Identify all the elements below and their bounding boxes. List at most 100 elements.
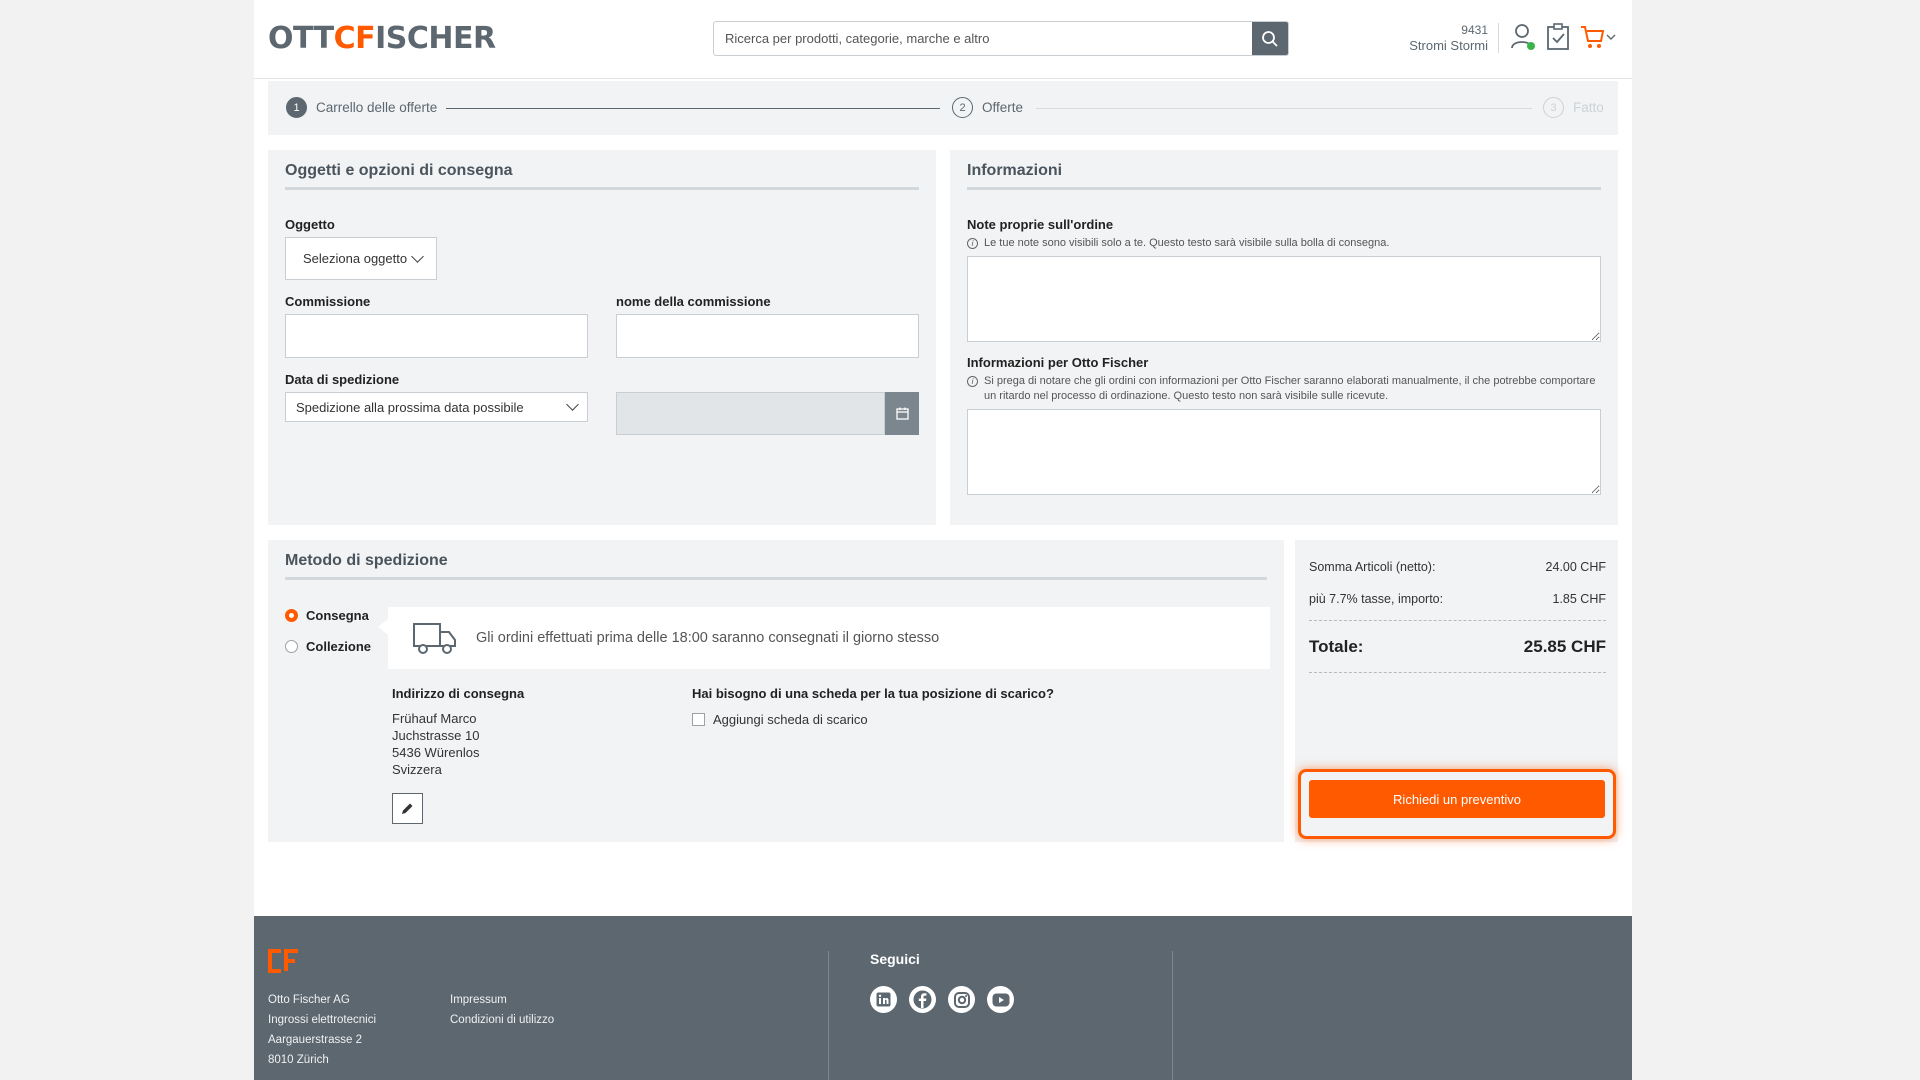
chevron-down-icon [566, 398, 579, 411]
company-line: Ingrossi elettrotecnici [268, 1014, 377, 1026]
ship-date-label: Data di spedizione [285, 372, 400, 387]
search-input[interactable] [714, 22, 1252, 55]
cart-button[interactable] [1578, 20, 1618, 54]
search-icon [1262, 30, 1278, 47]
unload-card-checkbox[interactable]: Aggiungi scheda di scarico [692, 712, 868, 727]
order-notes-hint: i Le tue note sono visibili solo a te. Q… [967, 236, 1601, 251]
step-connector [1036, 108, 1532, 109]
linkedin-icon [876, 992, 891, 1007]
object-select[interactable]: Seleziona oggetto [285, 237, 437, 280]
order-notes-label: Note proprie sull'ordine [967, 217, 1114, 232]
youtube-link[interactable] [987, 986, 1014, 1013]
information-card: Informazioni Note proprie sull'ordine i … [950, 150, 1618, 525]
items-sum-label: Somma Articoli (netto): [1309, 560, 1436, 574]
radio-pickup[interactable]: Collezione [285, 639, 371, 654]
otto-info-hint: i Si prega di notare che gli ordini con … [967, 374, 1601, 404]
notice-pointer [378, 619, 388, 635]
radio-dot [285, 640, 298, 653]
commission-label: Commissione [285, 294, 371, 309]
step-offers: 2 Offerte [952, 97, 1023, 118]
footer-divider [1172, 951, 1173, 1080]
commission-name-label: nome della commissione [616, 294, 771, 309]
delivery-options-card: Oggetti e opzioni di consegna Oggetto Se… [268, 150, 936, 525]
company-line: Otto Fischer AG [268, 994, 350, 1006]
radio-dot-selected [285, 609, 298, 622]
chevron-down-icon [411, 249, 424, 263]
user-icon [1511, 24, 1535, 50]
orders-button[interactable] [1543, 20, 1573, 54]
total-row: Totale: 25.85 CHF [1309, 637, 1606, 657]
otto-fischer-logo[interactable]: OTT CF ISCHER [268, 20, 496, 56]
user-info: 9431 Stromi Stormi [1384, 23, 1488, 53]
logo-text-1: OTT [268, 20, 334, 56]
commission-input[interactable] [285, 314, 588, 358]
card-title: Metodo di spedizione [285, 552, 448, 569]
step-cart: 1 Carrello delle offerte [286, 97, 437, 118]
youtube-icon [992, 993, 1009, 1006]
summary-divider [1309, 620, 1606, 621]
radio-label: Collezione [306, 639, 372, 654]
tax-value: 1.85 CHF [1552, 592, 1607, 606]
instagram-link[interactable] [948, 986, 975, 1013]
search-button[interactable] [1252, 22, 1288, 55]
total-label: Totale: [1309, 637, 1364, 656]
header-divider [1498, 23, 1499, 53]
total-value: 25.85 CHF [1523, 637, 1606, 656]
address-line: Juchstrasse 10 [392, 728, 480, 743]
commission-name-input[interactable] [616, 314, 919, 358]
step-label: Carrello delle offerte [316, 100, 438, 115]
search-bar [713, 21, 1289, 56]
order-notes-textarea[interactable] [967, 256, 1601, 342]
object-select-value: Seleziona oggetto [303, 251, 408, 266]
address-line: 5436 Würenlos [392, 745, 480, 760]
otto-info-textarea[interactable] [967, 409, 1601, 495]
info-icon: i [967, 238, 978, 249]
facebook-link[interactable] [909, 986, 936, 1013]
company-line: Aargauerstrasse 2 [268, 1034, 362, 1046]
follow-us-heading: Seguici [870, 951, 920, 967]
page: OTTCFISCHER 9431 Stromi Stormi 1 Carrell… [254, 0, 1632, 1080]
card-rule [285, 577, 1267, 580]
calendar-button[interactable] [885, 392, 919, 435]
company-address: Otto Fischer AG Ingrossi elettrotecnici … [268, 990, 376, 1070]
linkedin-link[interactable] [870, 986, 897, 1013]
order-summary-card: Somma Articoli (netto): 24.00 CHF più 7.… [1295, 540, 1618, 842]
step-connector [446, 108, 940, 109]
radio-label: Consegna [306, 608, 369, 623]
facebook-icon [913, 990, 932, 1009]
pencil-icon [402, 803, 413, 814]
terms-link[interactable]: Condizioni di utilizzo [450, 1010, 554, 1030]
truck-icon [413, 623, 456, 654]
cart-icon [1581, 26, 1605, 48]
impressum-link[interactable]: Impressum [450, 990, 554, 1010]
clipboard-check-icon [1547, 23, 1569, 50]
delivery-address: Frühauf Marco Juchstrasse 10 5436 Würenl… [392, 710, 479, 778]
card-rule [967, 187, 1601, 190]
step-label: Fatto [1573, 100, 1604, 115]
radio-delivery[interactable]: Consegna [285, 608, 369, 623]
address-line: Frühauf Marco [392, 711, 477, 726]
footer-divider [828, 951, 829, 1080]
calendar-icon [895, 407, 909, 420]
edit-address-button[interactable] [392, 793, 423, 824]
logo-text-2: ISCHER [375, 20, 496, 56]
delivery-notice-text: Gli ordini effettuati prima delle 18:00 … [476, 630, 940, 646]
ship-date-select[interactable]: Spedizione alla prossima data possibile [285, 392, 588, 422]
object-label: Oggetto [285, 217, 335, 232]
account-button[interactable] [1508, 20, 1538, 54]
unload-question-label: Hai bisogno di una scheda per la tua pos… [692, 686, 1054, 701]
delivery-notice: Gli ordini effettuati prima delle 18:00 … [378, 607, 1270, 669]
card-rule [285, 187, 919, 190]
checkbox-box [692, 713, 705, 726]
otto-info-hint-text: Si prega di notare che gli ordini con in… [984, 375, 1596, 402]
card-title: Oggetti e opzioni di consegna [285, 162, 513, 179]
step-done: 3 Fatto [1543, 97, 1604, 118]
step-number: 3 [1543, 97, 1564, 118]
company-line: 8010 Zürich [268, 1054, 329, 1066]
order-notes-hint-text: Le tue note sono visibili solo a te. Que… [984, 237, 1390, 249]
instagram-icon [953, 991, 970, 1008]
cf-logo-icon [268, 949, 298, 973]
items-sum-row: Somma Articoli (netto): 24.00 CHF [1309, 560, 1606, 574]
request-quote-button[interactable]: Richiedi un preventivo [1309, 780, 1605, 818]
otto-info-label: Informazioni per Otto Fischer [967, 355, 1149, 370]
